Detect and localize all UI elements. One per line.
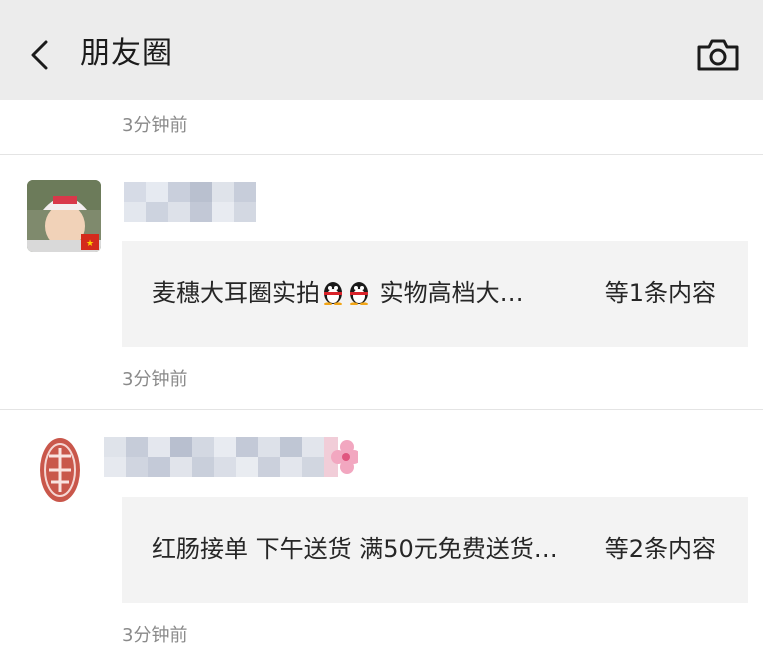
avatar-photo: ★ <box>27 180 101 252</box>
penguin-emoji-icon <box>320 279 346 306</box>
item-count: 等2条内容 <box>604 535 716 563</box>
camera-icon <box>697 39 739 71</box>
svg-text:★: ★ <box>86 239 94 249</box>
blurred-username <box>104 437 361 477</box>
post-time: 3分钟前 <box>122 115 188 136</box>
card-text-suffix: 实物高档大… <box>379 279 524 307</box>
post-time: 3分钟前 <box>122 369 188 390</box>
divider <box>0 409 763 410</box>
blurred-username <box>124 182 256 222</box>
chevron-left-icon <box>31 40 48 70</box>
item-count: 等1条内容 <box>604 279 716 307</box>
card-text: 麦穗大耳圈实拍 实物高档大… <box>152 276 524 310</box>
page-title: 朋友圈 <box>80 36 173 71</box>
back-button[interactable] <box>26 40 56 70</box>
card-text: 红肠接单 下午送货 满50元免费送货… <box>152 535 558 563</box>
post-time: 3分钟前 <box>122 625 188 646</box>
avatar-seal-image <box>40 438 80 502</box>
avatar[interactable] <box>27 434 101 506</box>
penguin-emoji-icon <box>346 279 372 306</box>
top-bar: 朋友圈 <box>0 0 763 100</box>
camera-button[interactable] <box>696 38 740 72</box>
shared-content-card[interactable]: 红肠接单 下午送货 满50元免费送货… 等2条内容 <box>122 497 748 603</box>
avatar[interactable]: ★ <box>27 180 101 252</box>
card-text-prefix: 麦穗大耳圈实拍 <box>152 279 320 307</box>
divider <box>0 154 763 155</box>
shared-content-card[interactable]: 麦穗大耳圈实拍 实物高档大… 等1条内容 <box>122 241 748 347</box>
